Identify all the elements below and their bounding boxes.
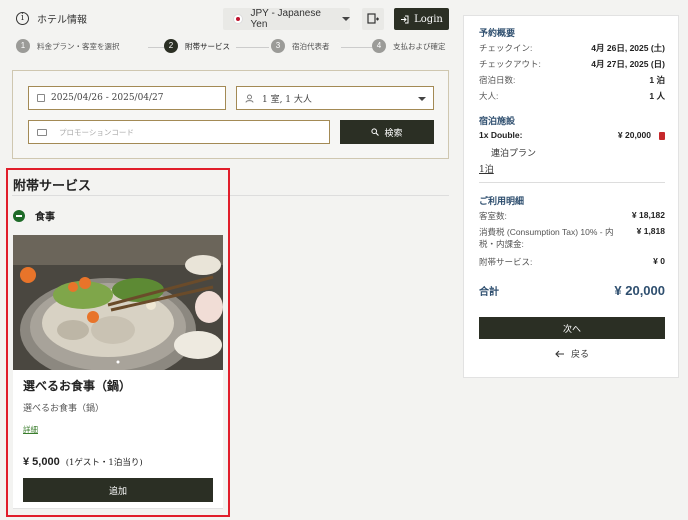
tax-row: 消費税 (Consumption Tax) 10% - 内税・内課金: ¥ 1,8… — [479, 226, 665, 249]
search-panel: 2025/04/26 - 2025/04/27 1 室, 1 大人 プロモーショ… — [12, 70, 449, 159]
next-button[interactable]: 次へ — [479, 317, 665, 339]
promo-code-input[interactable]: プロモーションコード — [28, 120, 330, 144]
step-1: 1 料金プラン・客室を選択 — [16, 39, 120, 53]
price-unit: (1ゲスト・1泊当り) — [65, 458, 143, 468]
currency-selector[interactable]: JPY - Japanese Yen — [223, 8, 350, 30]
booking-icon — [367, 13, 379, 24]
divider — [479, 182, 665, 183]
person-icon — [245, 94, 254, 103]
step-3: 3 宿泊代表者 — [271, 39, 330, 53]
plan-name: 連泊プラン — [491, 149, 537, 159]
date-range-value: 2025/04/26 - 2025/04/27 — [51, 93, 164, 103]
chevron-down-icon — [342, 17, 350, 21]
guests-value: 1 室, 1 大人 — [262, 94, 312, 105]
promo-placeholder: プロモーションコード — [59, 127, 134, 137]
total-row: 合計 ¥ 20,000 — [479, 283, 665, 298]
services-title: 附帯サービス — [13, 179, 92, 194]
service-title: 選べるお食事（鍋） — [23, 379, 132, 393]
booking-steps: 1 料金プラン・客室を選択 2 附帯サービス 3 宿泊代表者 4 支払および確定 — [16, 39, 446, 57]
hotel-info-label: ホテル情報 — [37, 15, 87, 26]
hotpot-image — [13, 235, 223, 370]
facility-heading: 宿泊施設 — [479, 116, 516, 126]
services-row: 附帯サービス: ¥ 0 — [479, 256, 665, 267]
overview-heading: 予約概要 — [479, 28, 516, 38]
total-value: ¥ 20,000 — [614, 283, 665, 298]
date-range-field[interactable]: 2025/04/26 - 2025/04/27 — [28, 86, 226, 110]
meal-category-toggle[interactable]: 食事 — [13, 208, 55, 223]
back-link[interactable]: 戻る — [464, 347, 680, 360]
adults-row: 大人: 1 人 — [479, 91, 665, 101]
service-price: ¥ 5,000 (1ゲスト・1泊当り) — [23, 456, 143, 468]
back-label: 戻る — [570, 350, 589, 360]
nights-row: 宿泊日数: 1 泊 — [479, 75, 665, 85]
divider — [12, 195, 449, 196]
hotel-info-link[interactable]: i ホテル情報 — [16, 11, 87, 26]
ticket-icon — [37, 128, 47, 136]
price-value: ¥ 5,000 — [23, 456, 60, 468]
service-card: 選べるお食事（鍋） 選べるお食事（鍋） 詳細 ¥ 5,000 (1ゲスト・1泊当… — [13, 235, 223, 509]
login-icon — [401, 15, 409, 23]
currency-label: JPY - Japanese Yen — [250, 8, 321, 30]
arrow-left-icon — [555, 350, 564, 357]
plan-nights: 1泊 — [479, 165, 494, 175]
calendar-icon — [37, 94, 45, 102]
reservation-summary: 予約概要 チェックイン: 4月 26日, 2025 (土) チェックアウト: 4月 … — [463, 15, 679, 378]
search-label: 検索 — [384, 128, 403, 139]
total-label: 合計 — [479, 287, 499, 298]
billing-heading: ご利用明細 — [479, 196, 525, 206]
room-row: 1x Double: ¥ 20,000 — [479, 130, 665, 140]
collapse-icon — [13, 209, 25, 222]
rooms-row: 客室数: ¥ 18,182 — [479, 210, 665, 221]
step-4: 4 支払および確定 — [372, 39, 446, 53]
meal-category-label: 食事 — [35, 212, 55, 223]
add-service-button[interactable]: 追加 — [23, 478, 213, 502]
chevron-down-icon — [418, 97, 426, 101]
search-icon — [371, 128, 380, 136]
checkin-row: チェックイン: 4月 26日, 2025 (土) — [479, 43, 665, 53]
login-label: Login — [414, 13, 443, 25]
booking-lookup-button[interactable] — [362, 8, 384, 30]
search-button[interactable]: 検索 — [340, 120, 434, 144]
checkout-row: チェックアウト: 4月 27日, 2025 (日) — [479, 59, 665, 69]
service-subtitle: 選べるお食事（鍋） — [23, 404, 105, 414]
service-details-link[interactable]: 詳細 — [23, 424, 38, 435]
japan-flag-icon — [233, 14, 243, 24]
login-button[interactable]: Login — [394, 8, 449, 30]
guests-field[interactable]: 1 室, 1 大人 — [236, 86, 434, 110]
info-icon: i — [16, 12, 29, 25]
trash-icon[interactable] — [659, 131, 665, 140]
step-2: 2 附帯サービス — [164, 39, 230, 53]
